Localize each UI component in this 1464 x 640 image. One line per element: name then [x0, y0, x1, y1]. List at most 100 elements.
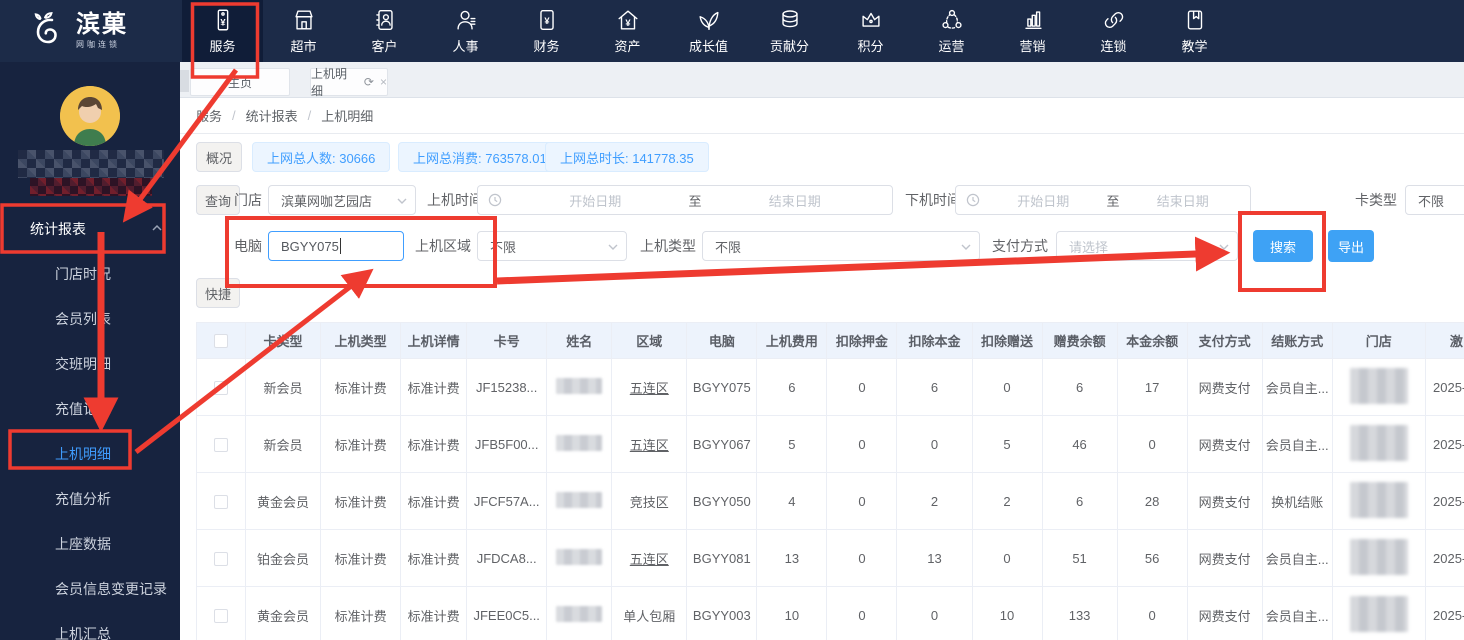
- sidebar-item-recharge-record[interactable]: 充值记录: [0, 387, 180, 432]
- tab-close-icon[interactable]: ×: [380, 75, 387, 89]
- table-cell: 网费支付: [1198, 437, 1251, 453]
- chevron-down-icon: [961, 244, 971, 250]
- table-cell: 标准计费: [334, 608, 387, 624]
- sidebar-section-statistics[interactable]: 统计报表: [0, 206, 180, 252]
- redacted-badge: [30, 178, 152, 196]
- sidebar: 统计报表 门店时况 会员列表 交班明细 充值记录 上机明细 充值分析 上座数据 会员信息变更记…: [0, 62, 180, 640]
- topnav-item-service[interactable]: ¥ 服务: [182, 0, 263, 62]
- row-checkbox[interactable]: [214, 437, 229, 452]
- overview-button[interactable]: 概况: [196, 142, 242, 172]
- avatar[interactable]: [60, 86, 120, 146]
- topnav-item-growth[interactable]: 成长值: [668, 0, 749, 62]
- table-cell: 会员自主...: [1265, 380, 1329, 396]
- finance-book-icon: ¥: [534, 7, 560, 33]
- area-select[interactable]: 不限: [477, 231, 627, 261]
- sidebar-item-member-info-change[interactable]: 会员信息变更记录: [0, 567, 180, 612]
- card-type-select[interactable]: 不限: [1405, 185, 1464, 215]
- session-end-placeholder: 结束日期: [768, 193, 821, 209]
- table-cell: 标准计费: [407, 437, 460, 453]
- redacted-name: [556, 548, 603, 565]
- topnav-item-label: 超市: [290, 39, 317, 54]
- topbar: 滨菓 网咖连锁 ¥ 服务 超市 客户 人事 ¥ 财务 ¥ 资产 成长值 贡献分 积分 运营 营销 连锁 教学: [0, 0, 1464, 62]
- topnav-item-teaching[interactable]: 教学: [1154, 0, 1235, 62]
- table-cell: 标准计费: [407, 494, 460, 510]
- topnav-item-operation[interactable]: 运营: [911, 0, 992, 62]
- table-cell: 2: [1003, 493, 1011, 509]
- offline-time-range[interactable]: 开始日期 至 结束日期: [955, 185, 1251, 215]
- offline-time-label: 下机时间: [905, 192, 961, 208]
- area-link[interactable]: 五连区: [630, 381, 669, 396]
- topnav-item-label: 营销: [1019, 39, 1046, 54]
- breadcrumb-part-service[interactable]: 服务: [196, 106, 222, 125]
- sidebar-item-seating-data[interactable]: 上座数据: [0, 522, 180, 567]
- topnav-item-chain[interactable]: 连锁: [1073, 0, 1154, 62]
- type-select[interactable]: 不限: [702, 231, 980, 261]
- tab-0[interactable]: 主页: [190, 68, 290, 96]
- row-checkbox[interactable]: [214, 380, 229, 395]
- row-checkbox[interactable]: [214, 551, 229, 566]
- brand-logo: 滨菓 网咖连锁: [28, 6, 178, 56]
- payment-select[interactable]: 请选择: [1056, 231, 1238, 261]
- table-cell: 会员自主...: [1265, 551, 1329, 567]
- select-all-checkbox[interactable]: [214, 334, 229, 349]
- sidebar-item-shift-detail[interactable]: 交班明细: [0, 342, 180, 387]
- column-header: 姓名: [546, 322, 613, 359]
- computer-input-value: BGYY075: [281, 238, 339, 254]
- topnav-item-label: 客户: [371, 39, 398, 54]
- table-cell: 标准计费: [334, 437, 387, 453]
- quick-button[interactable]: 快捷: [196, 278, 240, 308]
- clock-icon: [966, 193, 980, 207]
- topnav-item-asset[interactable]: ¥ 资产: [587, 0, 668, 62]
- sidebar-item-store-status[interactable]: 门店时况: [0, 252, 180, 297]
- topnav-item-finance[interactable]: ¥ 财务: [506, 0, 587, 62]
- table-cell: 铂金会员: [257, 551, 310, 567]
- tab-refresh-icon[interactable]: ⟳: [364, 75, 374, 89]
- table-cell: 0: [1003, 379, 1011, 395]
- offline-start-placeholder: 开始日期: [1017, 193, 1070, 209]
- topnav-item-contribution[interactable]: 贡献分: [749, 0, 830, 62]
- range-separator: 至: [688, 193, 702, 209]
- stat-pill-0: 上网总人数: 30666: [252, 142, 391, 172]
- topnav-item-label: 资产: [614, 39, 641, 54]
- topnav-item-hr[interactable]: 人事: [425, 0, 506, 62]
- row-checkbox[interactable]: [214, 494, 229, 509]
- topnav-item-label: 运营: [938, 39, 965, 54]
- sidebar-item-session-detail[interactable]: 上机明细: [0, 432, 180, 477]
- column-header: 卡号: [466, 322, 548, 359]
- breadcrumb-part-statistics[interactable]: 统计报表: [246, 106, 298, 125]
- brand-name: 滨菓: [76, 11, 128, 38]
- column-header: 激: [1424, 322, 1464, 359]
- stat-pill-1: 上网总消费: 763578.01: [398, 142, 562, 172]
- column-header: 门店: [1331, 322, 1426, 359]
- area-link[interactable]: 五连区: [630, 552, 669, 567]
- search-button[interactable]: 搜索: [1253, 230, 1313, 262]
- store-select[interactable]: 滨菓网咖艺园店: [268, 185, 416, 215]
- topnav-item-label: 积分: [857, 39, 884, 54]
- topnav-item-customer[interactable]: 客户: [344, 0, 425, 62]
- session-time-range[interactable]: 开始日期 至 结束日期: [477, 185, 893, 215]
- computer-input[interactable]: BGYY075: [268, 231, 404, 261]
- tabstrip-handle[interactable]: [180, 70, 189, 92]
- area-label: 上机区域: [415, 238, 471, 254]
- topnav-item-points[interactable]: 积分: [830, 0, 911, 62]
- export-button[interactable]: 导出: [1328, 230, 1374, 262]
- session-table: 卡类型 上机类型 上机详情 卡号 姓名 区域 电脑 上机费用 扣除押金 扣除本金 扣除赠送 赠费余额本…: [195, 322, 1464, 640]
- table-cell: 网费支付: [1198, 608, 1251, 624]
- tab-active-1[interactable]: 上机明细 ⟳ ×: [310, 67, 388, 98]
- table-cell: 133: [1068, 607, 1091, 623]
- table-cell: 2025-11: [1433, 607, 1464, 623]
- topnav-item-label: 财务: [533, 39, 560, 54]
- topnav-item-market[interactable]: 超市: [263, 0, 344, 62]
- table-cell: 13: [784, 550, 800, 566]
- sidebar-item-recharge-analysis[interactable]: 充值分析: [0, 477, 180, 522]
- sidebar-item-session-summary[interactable]: 上机汇总: [0, 612, 180, 640]
- store-select-value: 滨菓网咖艺园店: [281, 193, 373, 209]
- chevron-down-icon: [1219, 244, 1229, 250]
- topnav-item-marketing[interactable]: 营销: [992, 0, 1073, 62]
- offline-end-placeholder: 结束日期: [1156, 193, 1209, 209]
- area-link[interactable]: 五连区: [630, 438, 669, 453]
- range-separator: 至: [1106, 193, 1120, 209]
- row-checkbox[interactable]: [214, 608, 229, 623]
- clock-icon: [488, 193, 502, 207]
- sidebar-item-member-list[interactable]: 会员列表: [0, 297, 180, 342]
